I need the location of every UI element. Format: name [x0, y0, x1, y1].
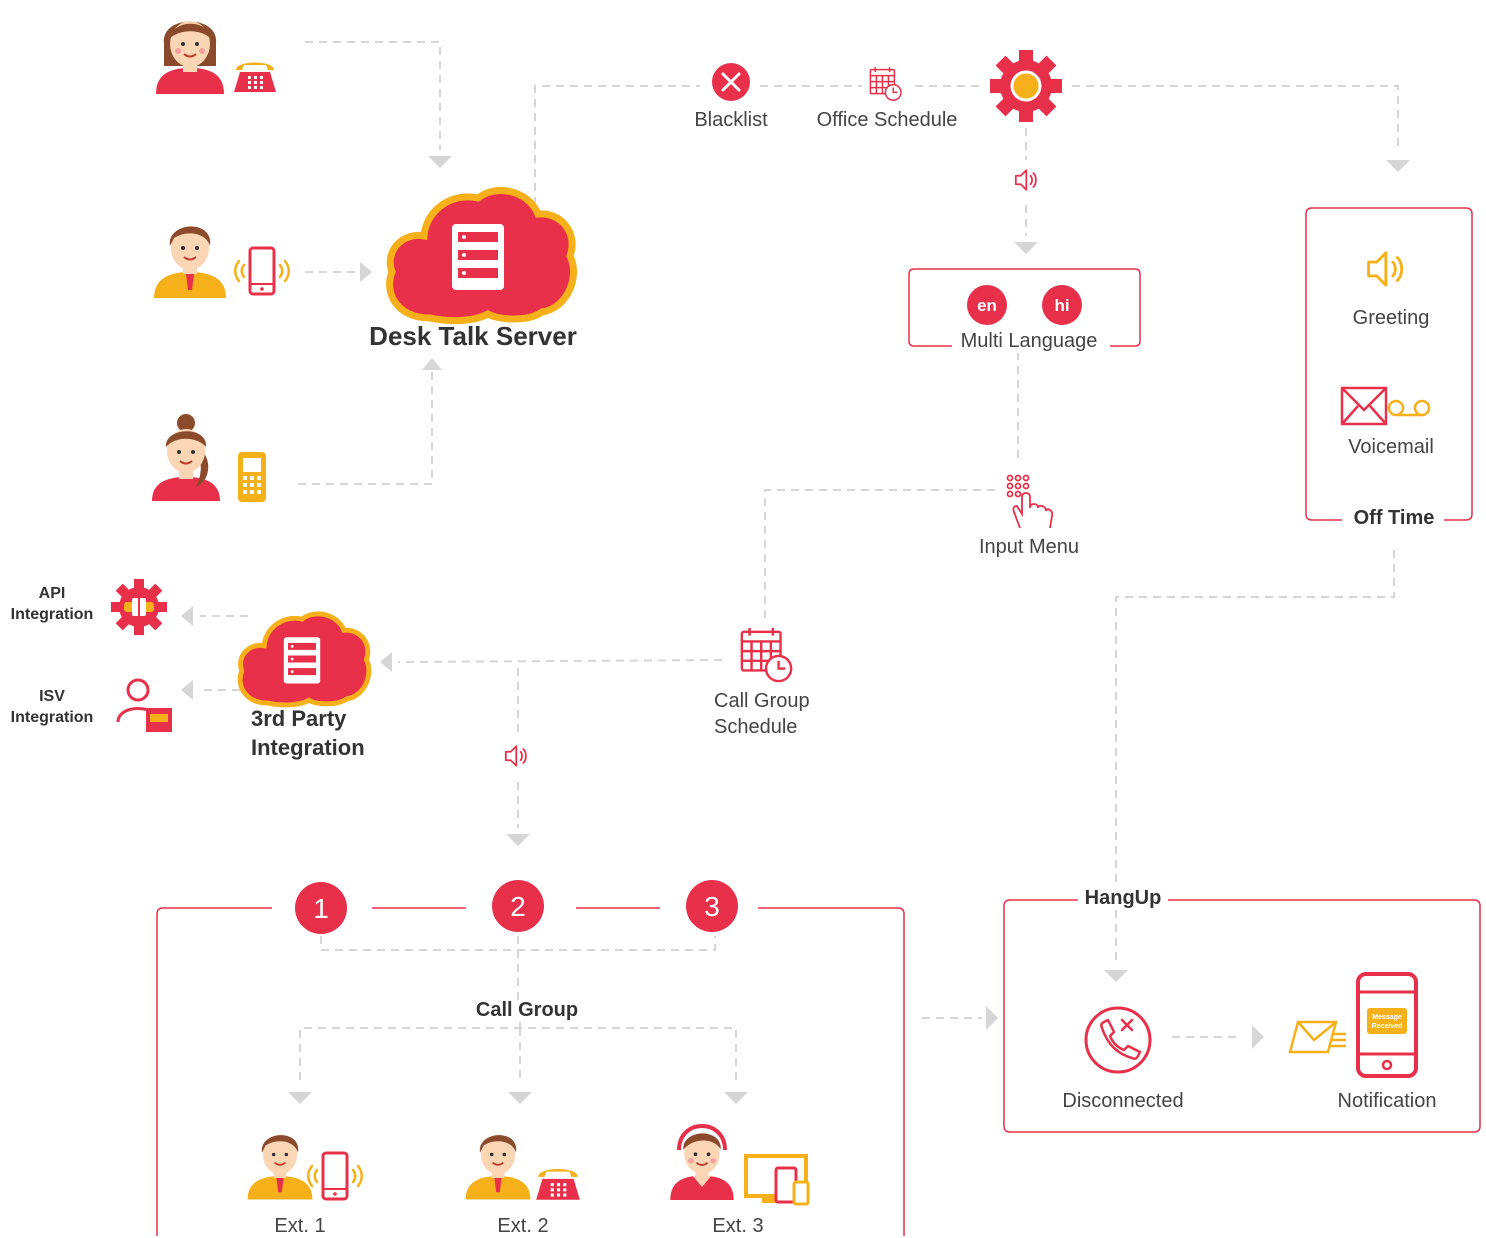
integration-title-line2: Integration	[251, 735, 365, 760]
calendar-clock-icon	[869, 66, 902, 101]
blacklist-x-icon	[712, 63, 750, 101]
desk-phone-icon	[536, 1169, 580, 1200]
extension-3-label: Ext. 3	[712, 1215, 764, 1237]
connectors	[200, 41, 1399, 1080]
call-group-schedule-line1: Call Group	[714, 690, 810, 712]
step-2-number: 2	[510, 891, 526, 922]
calendar-clock-icon	[740, 626, 793, 683]
office-schedule-label: Office Schedule	[816, 109, 958, 131]
cloud-server-icon	[240, 614, 369, 705]
caller-woman-icon	[155, 20, 225, 94]
api-integration-line1: API	[38, 585, 66, 602]
mobile-phone-icon	[233, 246, 291, 296]
computer-devices-icon	[744, 1154, 810, 1206]
agent-man-icon	[464, 1133, 532, 1200]
extension-2	[464, 1133, 580, 1200]
hangup-title: HangUp	[1078, 887, 1168, 910]
step-3-number: 3	[704, 891, 720, 922]
mobile-phone-icon	[306, 1151, 364, 1201]
server-title: Desk Talk Server	[369, 321, 577, 351]
disconnected-label: Disconnected	[1062, 1090, 1184, 1112]
agent-man-icon	[246, 1133, 314, 1200]
extension-1	[246, 1133, 364, 1201]
caller-woman-ponytail-icon	[150, 412, 222, 502]
call-group-schedule-line2: Schedule	[714, 716, 798, 738]
off-time-box	[1305, 207, 1473, 521]
voicemail-icon	[1340, 386, 1431, 426]
feature-phone-icon	[238, 452, 266, 502]
notification-label: Notification	[1337, 1090, 1437, 1112]
keypad-touch-icon	[1006, 474, 1054, 529]
call-flow-diagram: en hi 1 2 3 Message Received	[111, 20, 1481, 1236]
off-time-title: Off Time	[1347, 507, 1441, 530]
caller-3	[150, 412, 266, 502]
message-label-line1: Message	[1372, 1014, 1402, 1021]
integration-title-line1: 3rd Party	[251, 706, 347, 731]
caller-man-icon	[153, 225, 227, 298]
input-menu-label: Input Menu	[978, 536, 1080, 558]
envelope-icon	[1288, 1020, 1346, 1054]
extension-1-label: Ext. 1	[274, 1215, 326, 1237]
language-hi-badge: hi	[1054, 296, 1069, 315]
language-en-badge: en	[977, 296, 997, 315]
blacklist-label: Blacklist	[694, 109, 768, 131]
speaker-icon	[1014, 169, 1037, 191]
isv-integration-line2: Integration	[10, 709, 94, 726]
extension-3	[669, 1124, 810, 1206]
desk-phone-icon	[234, 62, 276, 92]
message-label-line2: Received	[1372, 1023, 1403, 1030]
arrowheads	[181, 156, 1410, 1104]
call-disconnected-icon	[1084, 1006, 1152, 1074]
api-plug-gear-icon	[111, 579, 167, 635]
caller-1	[155, 20, 276, 94]
step-1-number: 1	[313, 893, 329, 924]
multi-language-title: Multi Language	[954, 330, 1104, 353]
greeting-label: Greeting	[1352, 307, 1430, 329]
cloud-server-icon	[390, 191, 574, 321]
isv-integration-line1: ISV	[39, 688, 65, 705]
speaker-icon	[504, 745, 527, 767]
caller-2	[153, 225, 291, 298]
voicemail-label: Voicemail	[1348, 436, 1434, 458]
extension-2-label: Ext. 2	[497, 1215, 549, 1237]
api-integration-line2: Integration	[10, 606, 94, 623]
call-group-title: Call Group	[475, 999, 579, 1021]
gear-icon	[990, 50, 1062, 122]
isv-user-icon	[116, 678, 172, 732]
speaker-icon	[1366, 251, 1404, 287]
